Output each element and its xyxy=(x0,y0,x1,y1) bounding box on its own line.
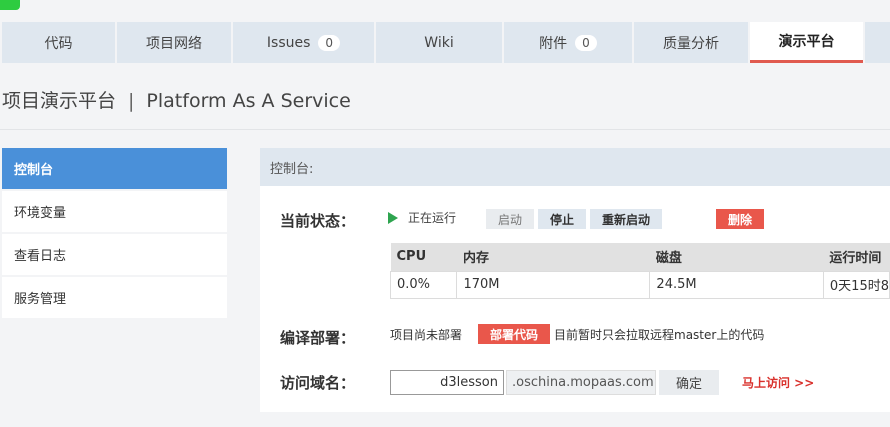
sidebar-item-console[interactable]: 控制台 xyxy=(2,148,227,189)
page-subtitle: Platform As A Service xyxy=(146,90,351,112)
restart-button[interactable]: 重新启动 xyxy=(590,209,662,229)
tab-code[interactable]: 代码 xyxy=(2,22,115,63)
tab-attachments[interactable]: 附件 0 xyxy=(504,22,632,63)
status-label: 当前状态： xyxy=(280,212,356,230)
sidebar-item-label: 环境变量 xyxy=(14,206,67,221)
running-text: 正在运行 xyxy=(408,211,457,225)
memory-value: 170M xyxy=(456,270,651,299)
tab-network[interactable]: 项目网络 xyxy=(117,22,231,63)
deploy-code-button[interactable]: 部署代码 xyxy=(478,324,550,344)
delete-button[interactable]: 删除 xyxy=(716,209,764,229)
sidebar-item-label: 控制台 xyxy=(14,163,54,178)
title-separator: | xyxy=(128,90,135,112)
stats-table: CPU 内存 磁盘 运行时间 0.0% 170M 24.5M 0天15时8 xyxy=(389,243,890,299)
tab-more[interactable] xyxy=(865,22,890,63)
attachments-count-badge: 0 xyxy=(575,34,597,51)
panel-header-text: 控制台: xyxy=(270,161,314,177)
tab-wiki[interactable]: Wiki xyxy=(376,22,502,63)
top-strip xyxy=(0,0,890,20)
stop-button[interactable]: 停止 xyxy=(538,209,586,229)
confirm-button[interactable]: 确定 xyxy=(659,370,719,395)
run-status: 正在运行 xyxy=(388,209,456,226)
sidebar-item-logs[interactable]: 查看日志 xyxy=(2,234,227,275)
domain-suffix: .oschina.mopaas.com xyxy=(506,370,656,395)
cpu-header: CPU xyxy=(390,243,457,271)
play-icon xyxy=(388,211,398,224)
logo-icon xyxy=(0,0,20,10)
disk-header: 磁盘 xyxy=(649,243,824,271)
sidebar-item-service-management[interactable]: 服务管理 xyxy=(2,277,227,318)
tab-label: 附件 xyxy=(539,35,568,52)
table-row: 0.0% 170M 24.5M 0天15时8 xyxy=(389,270,890,299)
page-title-text: 项目演示平台 xyxy=(2,90,117,112)
memory-header: 内存 xyxy=(456,243,650,271)
deploy-status-text: 项目尚未部署 xyxy=(390,328,463,342)
disk-value: 24.5M xyxy=(649,270,824,299)
cpu-value: 0.0% xyxy=(389,270,458,299)
domain-input[interactable] xyxy=(390,370,504,395)
tab-label: Wiki xyxy=(424,34,454,51)
tab-label: 演示平台 xyxy=(778,34,835,50)
tab-quality[interactable]: 质量分析 xyxy=(634,22,748,63)
sidebar: 控制台 环境变量 查看日志 服务管理 xyxy=(2,148,227,320)
tab-paas[interactable]: 演示平台 xyxy=(750,22,863,63)
sidebar-item-env-vars[interactable]: 环境变量 xyxy=(2,191,227,232)
divider xyxy=(0,129,890,130)
stats-header-row: CPU 内存 磁盘 运行时间 xyxy=(390,243,890,271)
sidebar-item-label: 服务管理 xyxy=(14,292,67,307)
tab-label: 质量分析 xyxy=(663,35,719,52)
issues-count-badge: 0 xyxy=(318,34,341,51)
tab-label: 项目网络 xyxy=(146,35,202,52)
visit-now-link[interactable]: 马上访问 >> xyxy=(742,374,814,391)
project-tabs: 代码 项目网络 Issues 0 Wiki 附件 0 质量分析 演示平台 xyxy=(0,22,890,63)
tab-label: 代码 xyxy=(44,35,73,52)
domain-label: 访问域名： xyxy=(280,374,356,392)
uptime-value: 0天15时8 xyxy=(822,270,890,299)
tab-issues[interactable]: Issues 0 xyxy=(233,22,374,63)
panel-header: 控制台: xyxy=(260,148,890,186)
sidebar-item-label: 查看日志 xyxy=(14,249,67,264)
tab-label: Issues xyxy=(266,34,311,51)
uptime-header: 运行时间 xyxy=(823,243,890,271)
start-button[interactable]: 启动 xyxy=(486,209,534,229)
console-panel: 控制台: 当前状态： 正在运行 启动 停止 重新启动 删除 CPU 内存 磁盘 … xyxy=(260,148,890,412)
deploy-label: 编译部署： xyxy=(280,329,356,347)
deploy-note: 目前暂时只会拉取远程master上的代码 xyxy=(554,328,765,342)
page-title: 项目演示平台 | Platform As A Service xyxy=(2,86,351,113)
